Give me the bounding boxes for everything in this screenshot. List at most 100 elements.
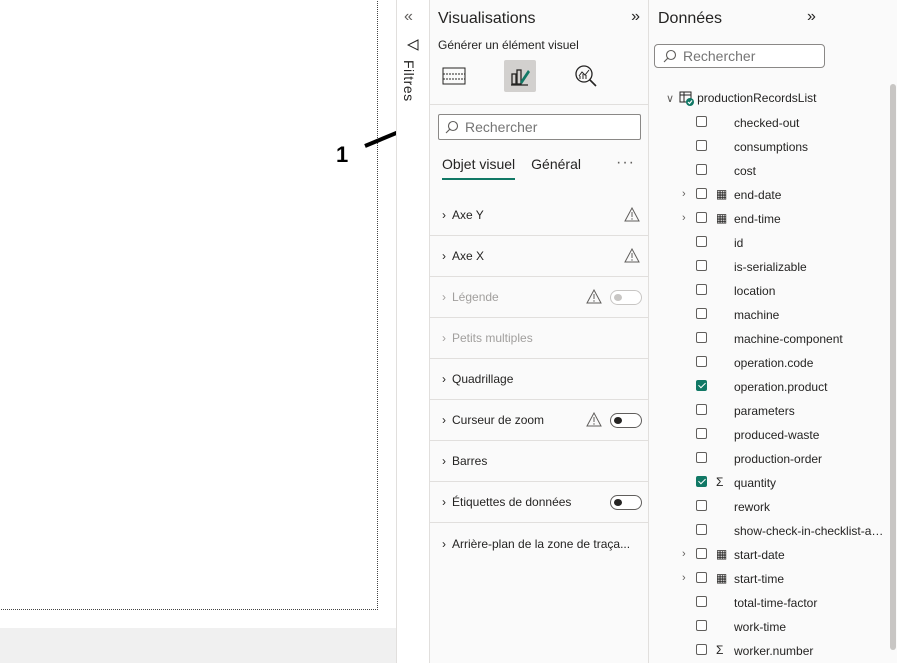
field-name: operation.product (734, 380, 828, 394)
field-checkbox[interactable] (696, 572, 707, 583)
visualisations-pane: Visualisations » Générer un élément visu… (429, 0, 650, 663)
field-row[interactable]: show-check-in-checklist-an... (649, 519, 889, 543)
section-quadrillage[interactable]: › Quadrillage (430, 359, 650, 400)
field-row[interactable]: total-time-factor (649, 591, 889, 615)
field-checkbox[interactable] (696, 284, 707, 295)
warning-icon (624, 207, 640, 222)
field-checkbox[interactable] (696, 188, 707, 199)
collapse-left-icon[interactable]: « (404, 8, 413, 26)
field-name: machine (734, 308, 780, 322)
format-visual-button[interactable] (504, 60, 536, 92)
field-checkbox[interactable] (696, 524, 707, 535)
field-checkbox[interactable] (696, 644, 707, 655)
chevron-right-icon[interactable]: › (682, 188, 686, 200)
field-checkbox[interactable] (696, 308, 707, 319)
section-label: Légende (452, 290, 499, 304)
field-row[interactable]: parameters (649, 399, 889, 423)
section-curseur-de-zoom[interactable]: › Curseur de zoom (430, 400, 650, 441)
field-checkbox[interactable] (696, 212, 707, 223)
chevron-right-icon: › (442, 208, 446, 222)
field-row[interactable]: location (649, 279, 889, 303)
field-checkbox[interactable] (696, 332, 707, 343)
field-row[interactable]: operation.code (649, 351, 889, 375)
format-sections-list: › Axe Y › Axe X › Légende › Petits multi… (430, 195, 650, 564)
chevron-right-icon: › (442, 290, 446, 304)
tab-visual[interactable]: Objet visuel (442, 156, 516, 180)
field-checkbox[interactable] (696, 236, 707, 247)
field-row[interactable]: cost (649, 159, 889, 183)
visual-search-box[interactable] (438, 114, 641, 140)
expand-right-icon[interactable]: » (807, 8, 816, 26)
expand-right-icon[interactable]: » (631, 8, 640, 26)
section-axe-x[interactable]: › Axe X (430, 236, 650, 277)
field-row[interactable]: production-order (649, 447, 889, 471)
field-checkbox[interactable] (696, 428, 707, 439)
legend-toggle[interactable] (610, 290, 642, 305)
data-search-box[interactable] (654, 44, 825, 68)
field-row[interactable]: rework (649, 495, 889, 519)
field-checkbox[interactable] (696, 548, 707, 559)
field-row[interactable]: work-time (649, 615, 889, 639)
field-checkbox[interactable] (696, 500, 707, 511)
field-checkbox[interactable] (696, 476, 707, 487)
data-search-input[interactable] (683, 48, 813, 64)
field-row[interactable]: › ▦ end-date (649, 183, 889, 207)
section-axe-y[interactable]: › Axe Y (430, 195, 650, 236)
zoom-slider-toggle[interactable] (610, 413, 642, 428)
filters-label[interactable]: Filtres (401, 60, 417, 102)
field-row[interactable]: Σquantity (649, 471, 889, 495)
field-checkbox[interactable] (696, 596, 707, 607)
field-checkbox[interactable] (696, 452, 707, 463)
data-labels-toggle[interactable] (610, 495, 642, 510)
field-checkbox[interactable] (696, 356, 707, 367)
section-arriere-plan[interactable]: › Arrière-plan de la zone de traça... (430, 523, 650, 564)
field-row[interactable]: operation.product (649, 375, 889, 399)
field-row[interactable]: › ▦ end-time (649, 207, 889, 231)
scrollbar[interactable] (890, 84, 896, 650)
table-grid-icon (442, 67, 466, 85)
warning-icon (586, 412, 602, 427)
chevron-right-icon[interactable]: › (682, 212, 686, 224)
field-checkbox[interactable] (696, 260, 707, 271)
calendar-icon: ▦ (716, 211, 728, 225)
section-barres[interactable]: › Barres (430, 441, 650, 482)
section-etiquettes-de-donnees[interactable]: › Étiquettes de données (430, 482, 650, 523)
section-label: Axe Y (452, 208, 484, 222)
chevron-right-icon[interactable]: › (682, 572, 686, 584)
field-checkbox[interactable] (696, 380, 707, 391)
format-paintbrush-icon (511, 69, 530, 86)
filters-pane-collapsed[interactable]: « Filtres (396, 0, 429, 663)
field-checkbox[interactable] (696, 116, 707, 127)
field-checkbox[interactable] (696, 620, 707, 631)
search-icon (445, 120, 459, 134)
field-row[interactable]: consumptions (649, 135, 889, 159)
section-label: Axe X (452, 249, 485, 263)
field-row[interactable]: checked-out (649, 111, 889, 135)
report-canvas[interactable] (0, 0, 424, 663)
analytics-button[interactable] (570, 60, 602, 92)
field-row[interactable]: id (649, 231, 889, 255)
field-row[interactable]: is-serializable (649, 255, 889, 279)
field-row[interactable]: › ▦ start-time (649, 567, 889, 591)
calendar-icon: ▦ (716, 571, 728, 585)
field-name: production-order (734, 452, 823, 466)
field-checkbox[interactable] (696, 404, 707, 415)
field-checkbox[interactable] (696, 164, 707, 175)
field-name: id (734, 236, 744, 250)
field-row[interactable]: machine (649, 303, 889, 327)
table-node[interactable]: ∨ productionRecordsList (666, 90, 816, 106)
fields-tab-button[interactable] (438, 60, 470, 92)
more-options-icon[interactable]: ··· (616, 154, 635, 172)
visual-search-input[interactable] (465, 119, 625, 135)
visual-container[interactable] (0, 0, 378, 610)
tab-general[interactable]: Général (531, 156, 581, 180)
field-row[interactable]: Σworker.number (649, 639, 889, 663)
section-legende[interactable]: › Légende (430, 277, 650, 318)
chevron-right-icon[interactable]: › (682, 548, 686, 560)
section-petits-multiples[interactable]: › Petits multiples (430, 318, 650, 359)
field-row[interactable]: produced-waste (649, 423, 889, 447)
field-checkbox[interactable] (696, 140, 707, 151)
field-row[interactable]: › ▦ start-date (649, 543, 889, 567)
chevron-right-icon: › (442, 536, 446, 551)
field-row[interactable]: machine-component (649, 327, 889, 351)
